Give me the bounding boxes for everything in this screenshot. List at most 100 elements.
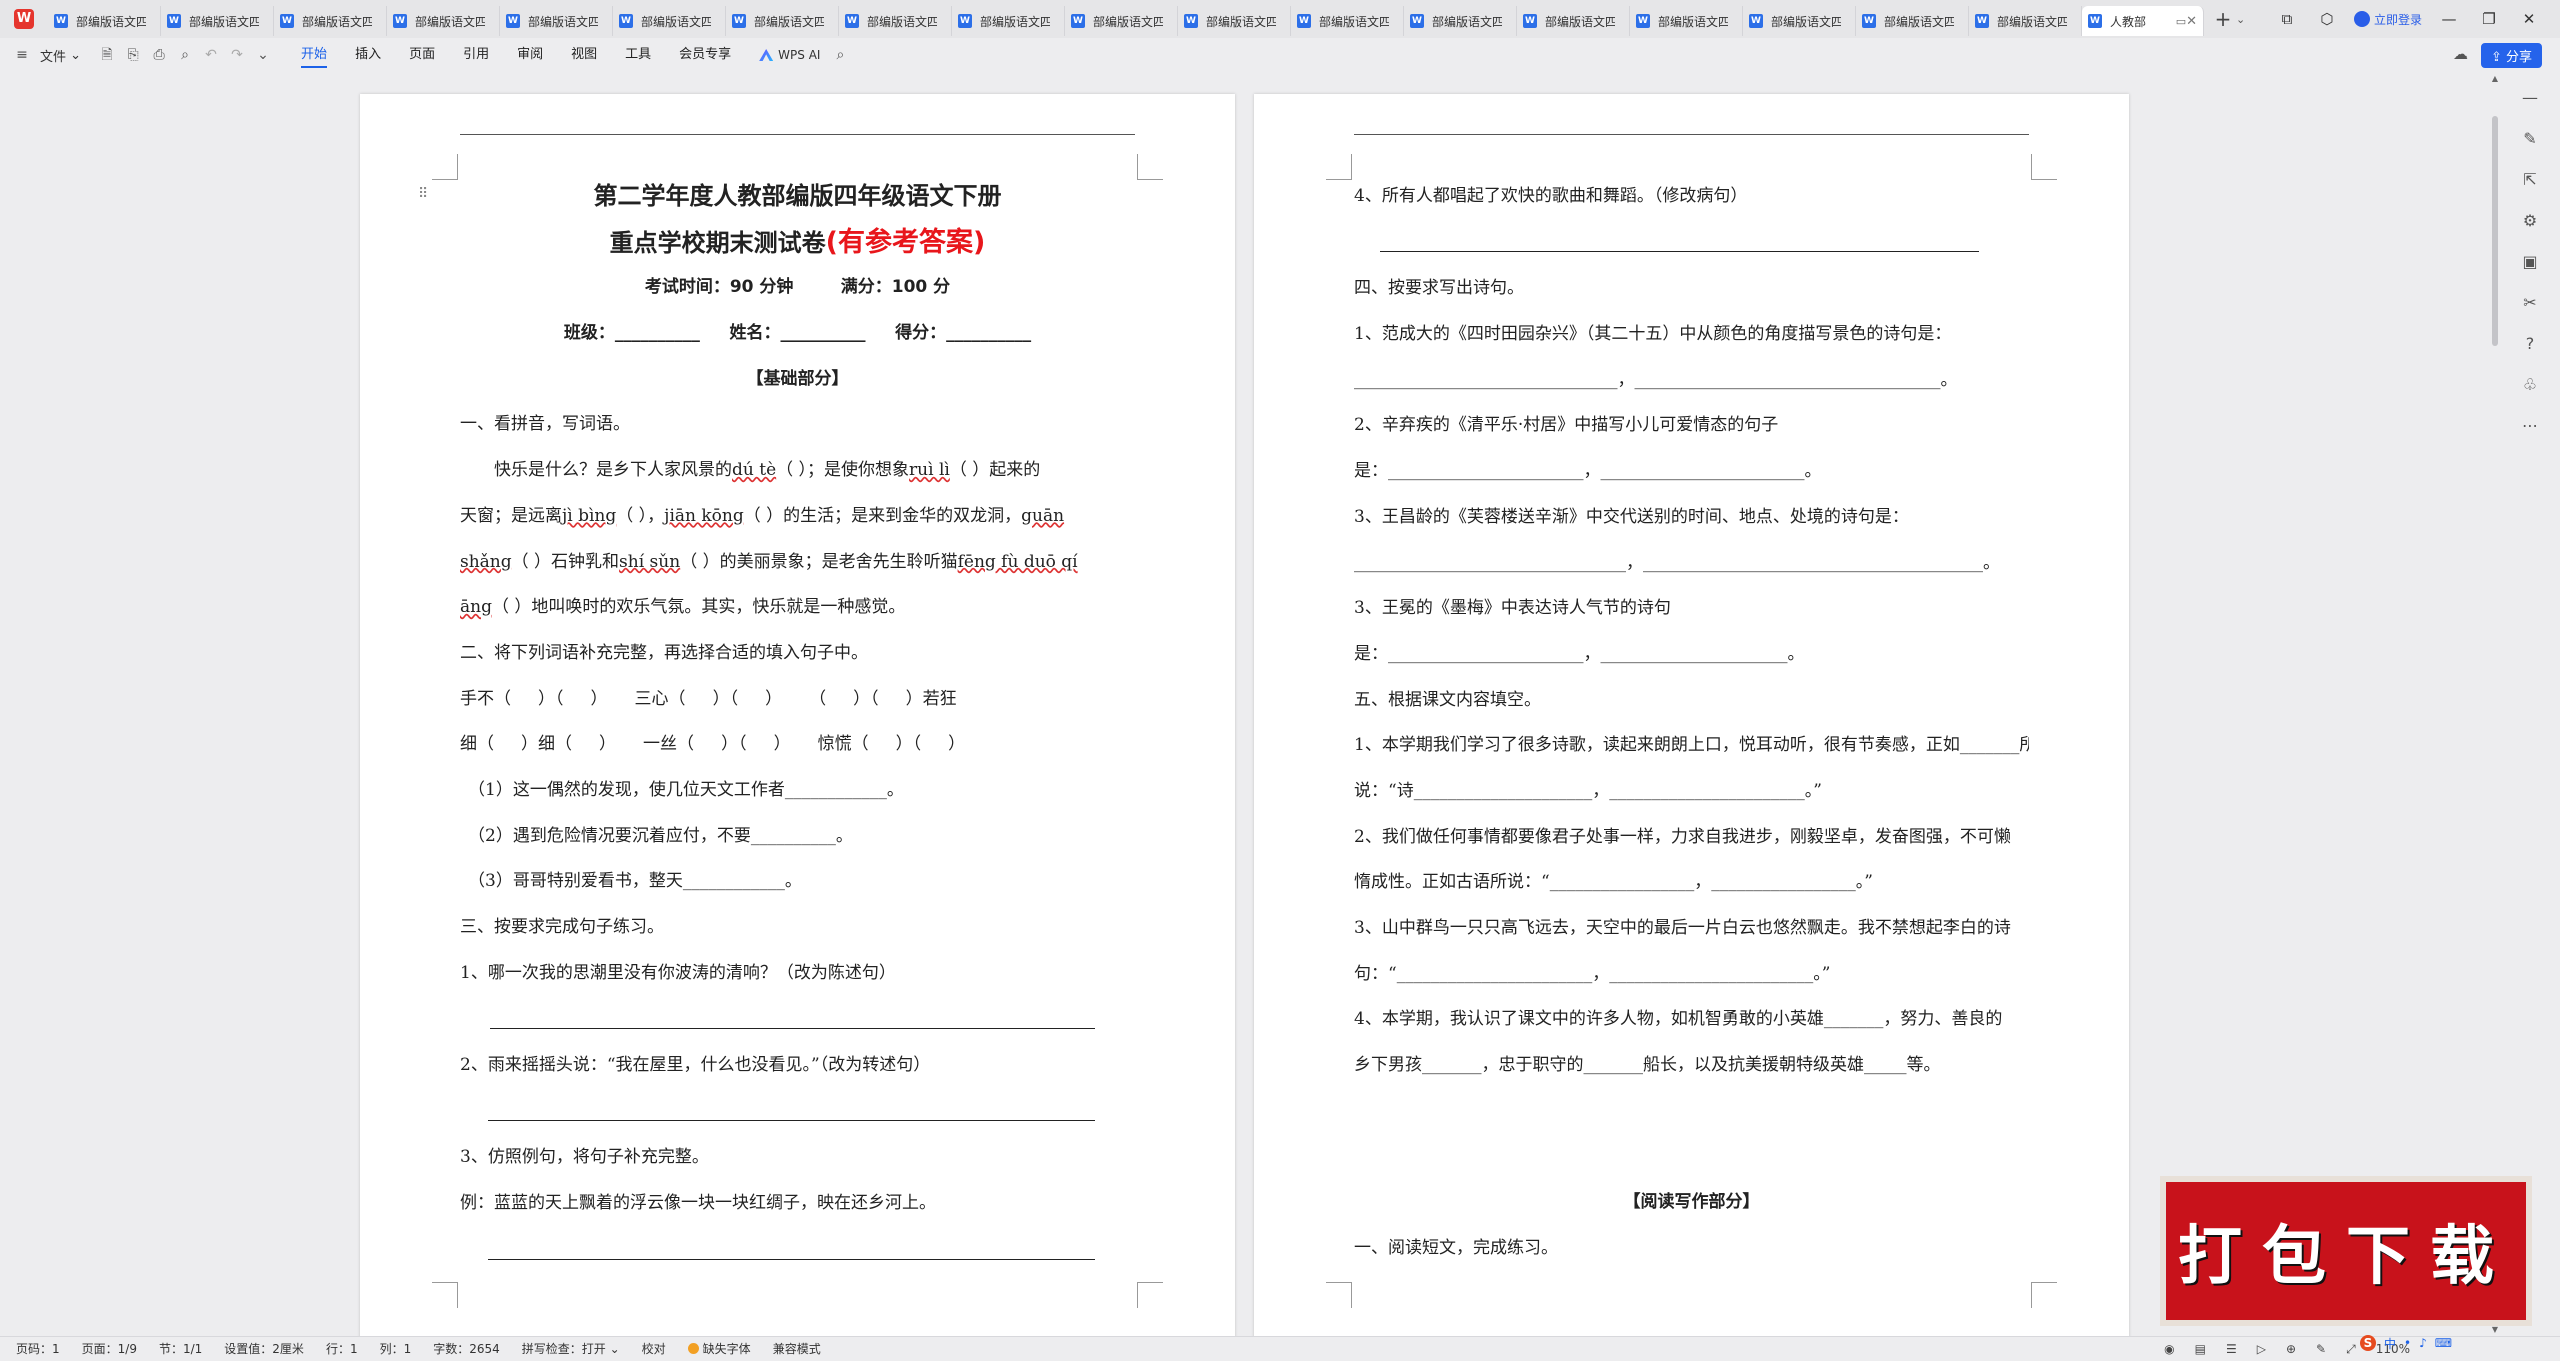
status-page[interactable]: 页码：1 — [16, 1340, 60, 1357]
save-icon[interactable]: 🗎 — [99, 47, 115, 63]
pen-icon[interactable]: ✎ — [2523, 129, 2536, 148]
tab-document[interactable]: W 部编版语文四年级下册 — [161, 6, 274, 36]
status-proof[interactable]: 校对 — [642, 1340, 666, 1357]
fit-icon[interactable]: ⤢ — [2346, 1342, 2356, 1357]
section-reading: 【阅读写作部分】 — [1623, 1192, 1760, 1213]
tools-icon[interactable]: ✂ — [2523, 293, 2536, 312]
question-3-3: 3、仿照例句，将句子补充完整。 — [460, 1147, 709, 1168]
tab-document[interactable]: W 部编版语文四年级下册 — [1630, 6, 1743, 36]
monitor-icon[interactable]: ▭ — [2176, 15, 2186, 28]
print-icon[interactable]: ⎙ — [151, 47, 167, 63]
tab-document[interactable]: W 部编版语文四年级下册 — [726, 6, 839, 36]
adjust-icon[interactable]: ⚙ — [2523, 211, 2537, 230]
pinyin: ruì lì — [909, 460, 950, 481]
share-button[interactable]: ⇪ 分享 — [2480, 43, 2542, 68]
tab-document[interactable]: W 部编版语文四年级下册 — [48, 6, 161, 36]
print-preview-icon[interactable]: ⌕ — [177, 47, 193, 63]
image-icon[interactable]: ▣ — [2522, 252, 2537, 271]
menu-tab[interactable]: 会员专享 — [679, 38, 731, 72]
status-row[interactable]: 行：1 — [326, 1340, 358, 1357]
undo-icon[interactable]: ↶ — [203, 47, 219, 63]
status-missing-font[interactable]: 缺失字体 — [687, 1340, 751, 1357]
scroll-down-icon[interactable]: ▼ — [2490, 1325, 2500, 1334]
menu-tab[interactable]: 引用 — [463, 38, 489, 72]
tab-document[interactable]: W 部编版语文四年级下册 — [1291, 6, 1404, 36]
eye-icon[interactable]: ◉ — [2164, 1342, 2174, 1356]
ime-lang[interactable]: 中 — [2384, 1335, 2396, 1352]
document-page-1[interactable]: ⠿ 第二学年度人教部编版四年级语文下册 重点学校期末测试卷(有参考答案) 考试时… — [360, 94, 1235, 1336]
play-icon[interactable]: ▷ — [2257, 1342, 2266, 1356]
mic-icon[interactable]: ♪ — [2419, 1336, 2427, 1350]
tab-document[interactable]: W 部编版语文四年级下册 — [387, 6, 500, 36]
tab-document[interactable]: W 部编版语文四年级下册 — [952, 6, 1065, 36]
menu-tab[interactable]: 开始 — [301, 38, 328, 72]
close-window-icon[interactable]: ✕ — [2516, 10, 2542, 28]
status-compat[interactable]: 兼容模式 — [773, 1340, 821, 1357]
status-word-count[interactable]: 字数：2654 — [433, 1340, 500, 1357]
menu-tab[interactable]: 页面 — [409, 38, 435, 72]
select-icon[interactable]: ⇱ — [2523, 170, 2536, 189]
tab-document[interactable]: W 部编版语文四年级下册 — [1065, 6, 1178, 36]
menu-tab[interactable]: 审阅 — [517, 38, 543, 72]
minimize-panel-icon[interactable]: — — [2522, 88, 2538, 107]
tab-document[interactable]: W 部编版语文四年级下册 — [1856, 6, 1969, 36]
shirt-icon[interactable]: ♧ — [2523, 375, 2537, 394]
login-button[interactable]: 立即登录 — [2353, 11, 2422, 28]
redo-icon[interactable]: ↷ — [229, 47, 245, 63]
vertical-scrollbar[interactable]: ▲ ▼ — [2490, 72, 2500, 1336]
chevron-down-icon[interactable]: ⌄ — [2236, 13, 2256, 26]
chevron-down-icon[interactable]: ⌄ — [255, 47, 271, 63]
menu-tab[interactable]: 插入 — [355, 38, 381, 72]
tab-document[interactable]: W 部编版语文四年级下册 — [1969, 6, 2082, 36]
keyboard-icon[interactable]: ⌨ — [2435, 1336, 2452, 1350]
close-tab-icon[interactable]: ✕ — [2186, 14, 2197, 29]
tab-document[interactable]: W 部编版语文四年级下册 — [1178, 6, 1291, 36]
tab-active-document[interactable]: W 人教部 ▭ ✕ — [2082, 6, 2204, 36]
more-icon[interactable]: ⋯ — [2522, 416, 2538, 435]
status-spellcheck[interactable]: 拼写检查：打开 ⌄ — [522, 1340, 620, 1357]
scrollbar-thumb[interactable] — [2492, 116, 2498, 346]
document-page-2[interactable]: 4、所有人都唱起了欢快的歌曲和舞蹈。（修改病句） 四、按要求写出诗句。 1、范成… — [1254, 94, 2129, 1336]
tab-document[interactable]: W 部编版语文四年级下册 — [1517, 6, 1630, 36]
question-1-line-4: āng（ ）地叫唤时的欢乐气氛。其实，快乐就是一种感觉。 — [460, 585, 1135, 631]
page-view-icon[interactable]: ▤ — [2195, 1342, 2206, 1356]
ime-logo-icon[interactable]: S — [2360, 1335, 2376, 1351]
tab-document[interactable]: W 部编版语文四年级下册 — [500, 6, 613, 36]
edit-view-icon[interactable]: ✎ — [2316, 1342, 2326, 1356]
restore-layout-icon[interactable]: ⧉ — [2274, 10, 2300, 28]
search-icon[interactable]: ⌕ — [832, 47, 848, 63]
wps-ai-button[interactable]: WPS AI — [759, 48, 820, 62]
status-section[interactable]: 节：1/1 — [159, 1340, 202, 1357]
tab-document[interactable]: W 部编版语文四年级下册 — [274, 6, 387, 36]
help-icon[interactable]: ? — [2526, 334, 2535, 353]
tab-document[interactable]: W 部编版语文四年级下册 — [1404, 6, 1517, 36]
punctuation-icon[interactable]: • — [2404, 1336, 2411, 1350]
new-tab-button[interactable]: + — [2210, 7, 2236, 31]
tab-document[interactable]: W 部编版语文四年级下册 — [1743, 6, 1856, 36]
document-canvas[interactable]: ⠿ 第二学年度人教部编版四年级语文下册 重点学校期末测试卷(有参考答案) 考试时… — [0, 72, 2500, 1336]
wps-logo[interactable]: W — [0, 0, 48, 38]
tab-document[interactable]: W 部编版语文四年级下册 — [613, 6, 726, 36]
status-col[interactable]: 列：1 — [380, 1340, 412, 1357]
text-span: 天窗；是远离 — [460, 505, 562, 526]
download-promo-banner[interactable]: 打包下载 — [2160, 1176, 2532, 1326]
status-bar: 页码：1 页面：1/9 节：1/1 设置值：2厘米 行：1 列：1 字数：265… — [0, 1336, 2560, 1360]
minimize-icon[interactable]: — — [2436, 10, 2462, 28]
cloud-sync-icon[interactable]: ☁ — [2453, 45, 2468, 63]
maximize-icon[interactable]: ❐ — [2476, 10, 2502, 28]
drag-handle-icon[interactable]: ⠿ — [418, 186, 428, 202]
hamburger-icon[interactable]: ≡ — [14, 47, 30, 63]
web-view-icon[interactable]: ⊕ — [2286, 1342, 2296, 1356]
status-pages[interactable]: 页面：1/9 — [82, 1340, 137, 1357]
file-menu[interactable]: 文件 ⌄ — [40, 46, 81, 65]
student-info: 班级：__________ 姓名：__________ 得分：_________… — [563, 323, 1032, 344]
cube-icon[interactable]: ⬡ — [2314, 10, 2340, 28]
status-setting[interactable]: 设置值：2厘米 — [224, 1340, 304, 1357]
outline-icon[interactable]: ☰ — [2226, 1342, 2237, 1356]
menu-tab[interactable]: 工具 — [625, 38, 651, 72]
scroll-up-icon[interactable]: ▲ — [2490, 74, 2500, 83]
menu-tab[interactable]: 视图 — [571, 38, 597, 72]
export-icon[interactable]: ⎘ — [125, 47, 141, 63]
tab-document[interactable]: W 部编版语文四年级下册 — [839, 6, 952, 36]
